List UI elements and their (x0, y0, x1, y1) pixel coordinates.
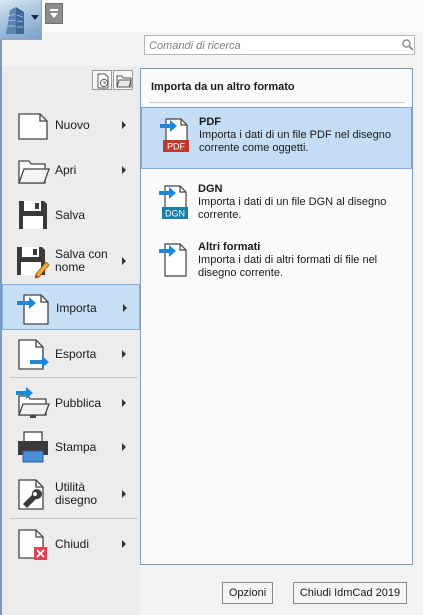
submenu-item-description: Importa i dati di un file DGN al disegno… (198, 196, 387, 221)
menu-item-utilita-disegno[interactable]: Utilità disegno (2, 471, 140, 517)
recent-documents-icon (97, 73, 109, 89)
submenu-item-description: Importa i dati di altri formati di file … (198, 254, 378, 279)
save-as-icon (17, 247, 50, 278)
folder-icon (116, 75, 132, 88)
menu-item-label: Apri (55, 162, 77, 177)
submenu-item-dgn[interactable]: DGN DGN Importa i dati di un file DGN al… (141, 175, 412, 237)
menu-item-nuovo[interactable]: Nuovo (2, 102, 140, 148)
pdf-import-icon: PDF (160, 118, 189, 152)
submenu-item-title: Altri formati (198, 241, 261, 253)
chevron-right-icon (122, 399, 126, 407)
dgn-badge: DGN (165, 209, 185, 219)
submenu-item-title: PDF (199, 116, 221, 128)
chevron-right-icon (123, 304, 127, 312)
chevron-right-icon (122, 121, 126, 129)
submenu-item-title: DGN (198, 183, 223, 195)
menu-separator (10, 377, 138, 378)
menu-item-label: Esporta (55, 346, 97, 361)
menu-item-label: Chiudi (55, 536, 90, 551)
pdf-badge: PDF (167, 142, 186, 152)
menu-separator (10, 518, 138, 519)
other-formats-import-icon (159, 243, 187, 277)
chevron-right-icon (122, 443, 126, 451)
open-documents-button[interactable] (113, 70, 133, 90)
open-folder-icon (18, 160, 50, 184)
menu-item-stampa[interactable]: Stampa (2, 424, 140, 470)
menu-item-label: Pubblica (55, 395, 102, 410)
options-button[interactable]: Opzioni (222, 582, 273, 604)
quick-access-customize-button[interactable] (45, 3, 63, 24)
printer-icon (18, 431, 48, 463)
menu-item-salva[interactable]: Salva (2, 192, 140, 238)
new-document-icon (18, 113, 48, 140)
wrench-icon (18, 479, 44, 510)
menu-item-chiudi[interactable]: Chiudi (2, 521, 140, 567)
chevron-right-icon (122, 257, 126, 265)
submenu-item-altri-formati[interactable]: Altri formati Importa i dati di altri fo… (141, 233, 412, 295)
recent-documents-button[interactable] (92, 70, 112, 90)
search-icon[interactable] (401, 38, 414, 51)
dgn-import-icon: DGN (159, 185, 188, 219)
chevron-right-icon (122, 540, 126, 548)
import-submenu: Importa da un altro formato PDF PDF Impo… (140, 68, 413, 565)
chevron-right-icon (122, 490, 126, 498)
close-document-icon (18, 529, 47, 560)
menu-item-esporta[interactable]: Esporta (2, 331, 140, 377)
import-icon (17, 294, 49, 325)
menu-item-label: Salva (55, 207, 86, 222)
search-input[interactable] (149, 38, 394, 53)
submenu-item-description: Importa i dati di un file PDF nel disegn… (199, 129, 391, 154)
menu-item-salva-con-nome[interactable]: Salva con nome (2, 238, 140, 284)
menu-item-apri[interactable]: Apri (2, 147, 140, 193)
menu-item-label: Salva con nome (55, 247, 108, 274)
search-box (144, 35, 415, 55)
menu-item-label: Stampa (55, 439, 97, 454)
chevron-down-icon (31, 15, 39, 20)
menu-item-pubblica[interactable]: Pubblica (2, 380, 140, 426)
chevron-right-icon (122, 166, 126, 174)
chevron-right-icon (122, 350, 126, 358)
menu-item-label: Nuovo (55, 117, 90, 132)
title-bar (0, 0, 423, 32)
app-logo-icon (6, 7, 24, 34)
close-application-button[interactable]: Chiudi IdmCad 2019 (293, 582, 407, 604)
export-icon (18, 339, 49, 370)
save-disk-icon (19, 201, 47, 229)
publish-icon (16, 387, 50, 418)
menu-item-label: Utilità disegno (55, 480, 98, 507)
menu-item-importa[interactable]: Importa (2, 284, 140, 330)
menu-item-label: Importa (56, 300, 97, 315)
submenu-separator (149, 102, 405, 103)
application-menu-button[interactable] (0, 0, 42, 40)
submenu-title: Importa da un altro formato (151, 81, 295, 93)
submenu-item-pdf[interactable]: PDF PDF Importa i dati di un file PDF ne… (141, 107, 412, 169)
